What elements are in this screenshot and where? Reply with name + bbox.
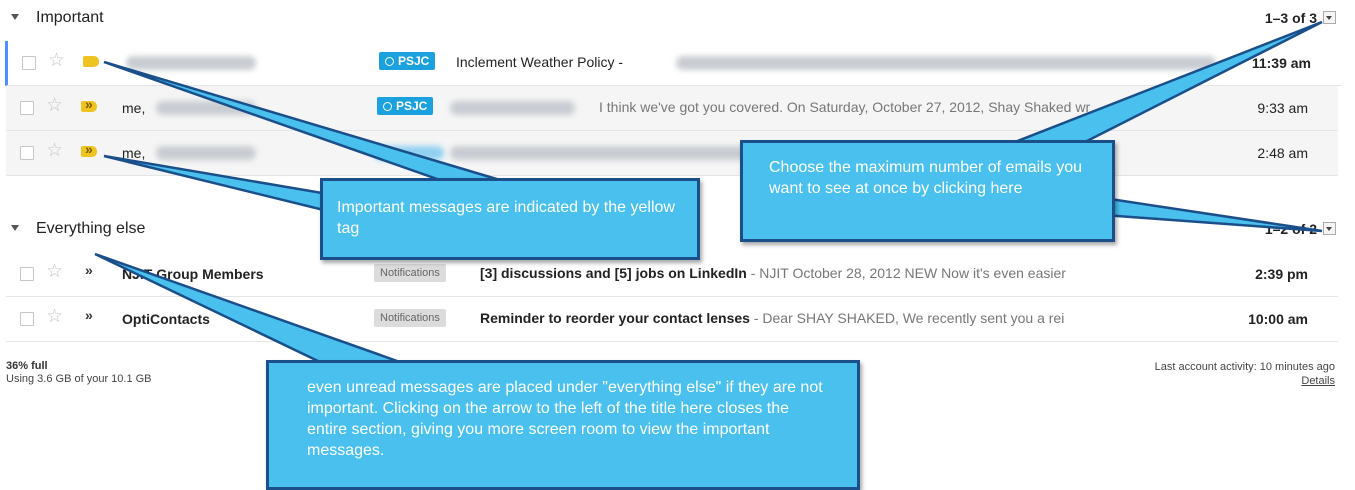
- callout-text: Important messages are indicated by the …: [337, 199, 675, 237]
- callout-important-tag: Important messages are indicated by the …: [320, 178, 700, 260]
- pointer-to-pager-1: [1014, 20, 1323, 144]
- pointer-to-important-tag-2: [103, 154, 342, 216]
- pointer-to-section-arrow: [94, 252, 401, 364]
- callout-text: even unread messages are placed under "e…: [307, 379, 823, 459]
- callout-max-emails: Choose the maximum number of emails you …: [740, 140, 1115, 242]
- callout-text: Choose the maximum number of emails you …: [769, 159, 1083, 197]
- pointer-to-pager-2: [1088, 194, 1323, 233]
- callout-everything-else: even unread messages are placed under "e…: [266, 360, 860, 490]
- pointer-to-important-tag: [103, 60, 501, 182]
